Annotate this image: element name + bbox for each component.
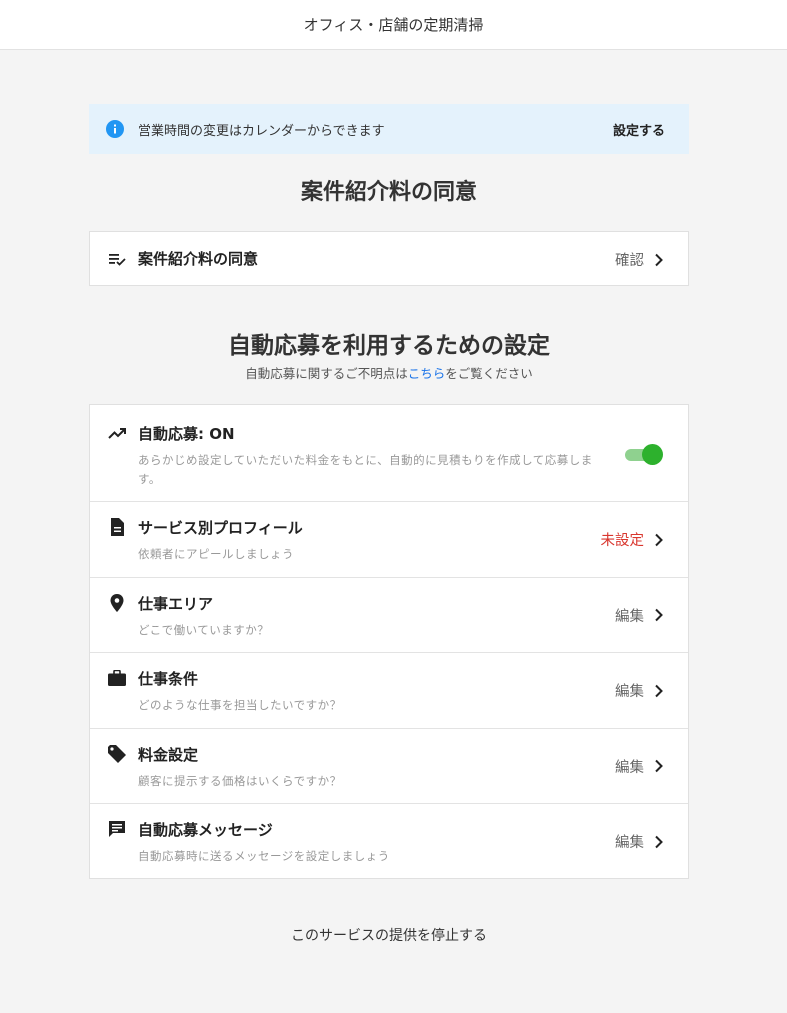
- page-title: オフィス・店舗の定期清掃: [303, 16, 484, 34]
- price-tag-icon: [107, 744, 127, 764]
- row-label: 仕事エリア: [138, 594, 214, 613]
- location-pin-icon: [107, 593, 127, 613]
- row-description: どこで働いていますか？: [138, 622, 270, 637]
- consent-confirm-action[interactable]: 確認: [615, 249, 666, 270]
- auto-apply-row: 自動応募: ON あらかじめ設定していただいた料金をもとに、自動的に見積もりを作…: [90, 405, 688, 502]
- edit-label: 編集: [615, 835, 644, 851]
- consent-label: 案件紹介料の同意: [138, 250, 259, 268]
- chevron-right-icon: [652, 835, 666, 849]
- edit-label: 編集: [615, 759, 644, 776]
- banner-text: 営業時間の変更はカレンダーからできます: [138, 123, 385, 139]
- info-banner: 営業時間の変更はカレンダーからできます 設定する: [89, 104, 689, 154]
- help-link[interactable]: こちら: [408, 366, 446, 381]
- consent-section-title: 案件紹介料の同意: [300, 180, 477, 205]
- row-description: 依頼者にアピールしましょう: [138, 547, 294, 561]
- row-action[interactable]: 編集: [615, 831, 666, 852]
- auto-apply-label: 自動応募: ON: [138, 425, 235, 443]
- row-label: サービス別プロフィール: [138, 519, 303, 537]
- message-icon: [107, 819, 127, 839]
- consent-card: 案件紹介料の同意 確認: [89, 231, 689, 286]
- chevron-right-icon: [652, 684, 666, 698]
- consent-row[interactable]: 案件紹介料の同意 確認: [90, 232, 688, 285]
- banner-settings-button[interactable]: 設定する: [613, 120, 665, 139]
- settings-row-work-area[interactable]: 仕事エリア どこで働いていますか？ 編集: [90, 578, 688, 653]
- row-action[interactable]: 編集: [615, 680, 666, 701]
- edit-label: 編集: [615, 684, 644, 700]
- auto-apply-subtitle: 自動応募に関するご不明点はこちらをご覧ください: [89, 363, 689, 382]
- subtitle-text-after: をご覧ください: [445, 366, 533, 381]
- edit-label: 編集: [615, 608, 644, 625]
- row-action[interactable]: 編集: [615, 756, 666, 777]
- checklist-icon: [107, 249, 127, 269]
- subtitle-text-before: 自動応募に関するご不明点は: [245, 366, 408, 381]
- row-description: どのような仕事を担当したいですか？: [138, 698, 342, 712]
- row-label: 料金設定: [138, 745, 199, 764]
- stop-service-link[interactable]: このサービスの提供を停止する: [89, 925, 689, 945]
- row-label: 仕事条件: [138, 670, 199, 688]
- chevron-right-icon: [652, 759, 666, 773]
- row-action[interactable]: 編集: [615, 605, 666, 626]
- settings-row-auto-message[interactable]: 自動応募メッセージ 自動応募時に送るメッセージを設定しましょう 編集: [90, 804, 688, 880]
- consent-confirm-label: 確認: [615, 253, 644, 269]
- settings-row-pricing[interactable]: 料金設定 顧客に提示する価格はいくらですか？ 編集: [90, 729, 688, 804]
- auto-apply-section-title: 自動応募を利用するための設定: [228, 333, 550, 359]
- settings-row-service-profile[interactable]: サービス別プロフィール 依頼者にアピールしましょう 未設定: [90, 502, 688, 578]
- chevron-right-icon: [652, 253, 666, 267]
- top-bar: オフィス・店舗の定期清掃: [0, 0, 787, 50]
- row-description: 顧客に提示する価格はいくらですか？: [138, 773, 342, 788]
- row-description: 自動応募時に送るメッセージを設定しましょう: [138, 849, 390, 863]
- chevron-right-icon: [652, 608, 666, 622]
- trending-up-icon: [107, 423, 127, 443]
- row-action[interactable]: 未設定: [601, 529, 667, 550]
- not-set-label: 未設定: [600, 533, 645, 549]
- briefcase-icon: [107, 668, 127, 688]
- row-label: 自動応募メッセージ: [138, 821, 273, 839]
- auto-apply-settings-card: 自動応募: ON あらかじめ設定していただいた料金をもとに、自動的に見積もりを作…: [89, 404, 689, 879]
- chevron-right-icon: [652, 533, 666, 547]
- settings-row-work-conditions[interactable]: 仕事条件 どのような仕事を担当したいですか？ 編集: [90, 653, 688, 729]
- auto-apply-toggle[interactable]: [625, 444, 663, 465]
- auto-apply-description: あらかじめ設定していただいた料金をもとに、自動的に見積もりを作成して応募します。: [138, 453, 593, 486]
- document-icon: [107, 517, 127, 537]
- info-icon: [106, 120, 124, 138]
